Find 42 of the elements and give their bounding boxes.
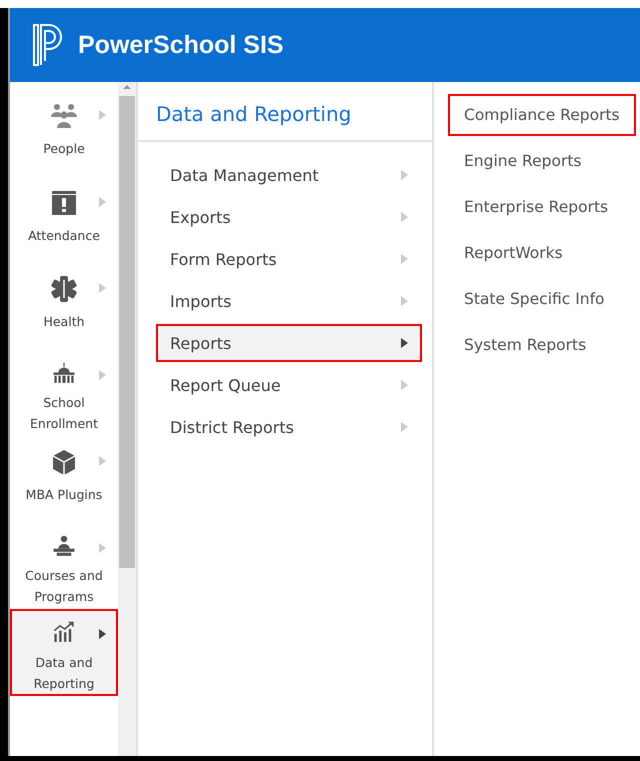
- submenu-item[interactable]: Compliance Reports: [448, 94, 636, 136]
- caret-icon: [99, 110, 106, 120]
- caret-icon: [401, 170, 408, 180]
- logo-icon: [32, 23, 64, 67]
- menu-item[interactable]: Reports: [156, 324, 422, 362]
- caret-icon: [99, 456, 106, 466]
- menu-title: Data and Reporting: [138, 82, 432, 142]
- nav-item[interactable]: School Enrollment: [10, 350, 118, 436]
- menu-item[interactable]: Report Queue: [156, 366, 422, 404]
- menu-item[interactable]: Data Management: [156, 156, 422, 194]
- medical-star-icon: [49, 275, 79, 303]
- menu-item[interactable]: District Reports: [156, 408, 422, 446]
- caret-icon: [99, 196, 106, 206]
- caret-icon: [99, 629, 106, 639]
- caret-icon: [401, 338, 408, 348]
- nav-item[interactable]: Data and Reporting: [10, 609, 118, 696]
- caret-icon: [99, 370, 106, 380]
- nav-item[interactable]: Attendance: [10, 176, 118, 263]
- submenu-item[interactable]: System Reports: [448, 324, 602, 366]
- submenu-item[interactable]: Enterprise Reports: [448, 186, 624, 228]
- people-icon: [49, 102, 79, 130]
- caret-icon: [401, 380, 408, 390]
- caret-icon: [401, 422, 408, 432]
- nav-item[interactable]: People: [10, 90, 118, 176]
- menu-item[interactable]: Form Reports: [156, 240, 422, 278]
- submenu-item[interactable]: ReportWorks: [448, 232, 579, 274]
- scrollbar[interactable]: [118, 82, 136, 756]
- caret-icon: [401, 254, 408, 264]
- app-title: PowerSchool SIS: [78, 30, 284, 60]
- nav-item[interactable]: Health: [10, 263, 118, 350]
- caret-icon: [401, 296, 408, 306]
- menu-item[interactable]: Imports: [156, 282, 422, 320]
- caret-icon: [99, 542, 106, 552]
- calendar-icon: [49, 188, 79, 216]
- menu-item[interactable]: Exports: [156, 198, 422, 236]
- submenu-item[interactable]: State Specific Info: [448, 278, 621, 320]
- submenu-item[interactable]: Engine Reports: [448, 140, 598, 182]
- scrollbar-thumb[interactable]: [119, 96, 135, 568]
- nav-item[interactable]: MBA Plugins: [10, 436, 118, 522]
- caret-icon: [99, 283, 106, 293]
- nav-item[interactable]: Courses and Programs: [10, 522, 118, 609]
- caret-icon: [401, 212, 408, 222]
